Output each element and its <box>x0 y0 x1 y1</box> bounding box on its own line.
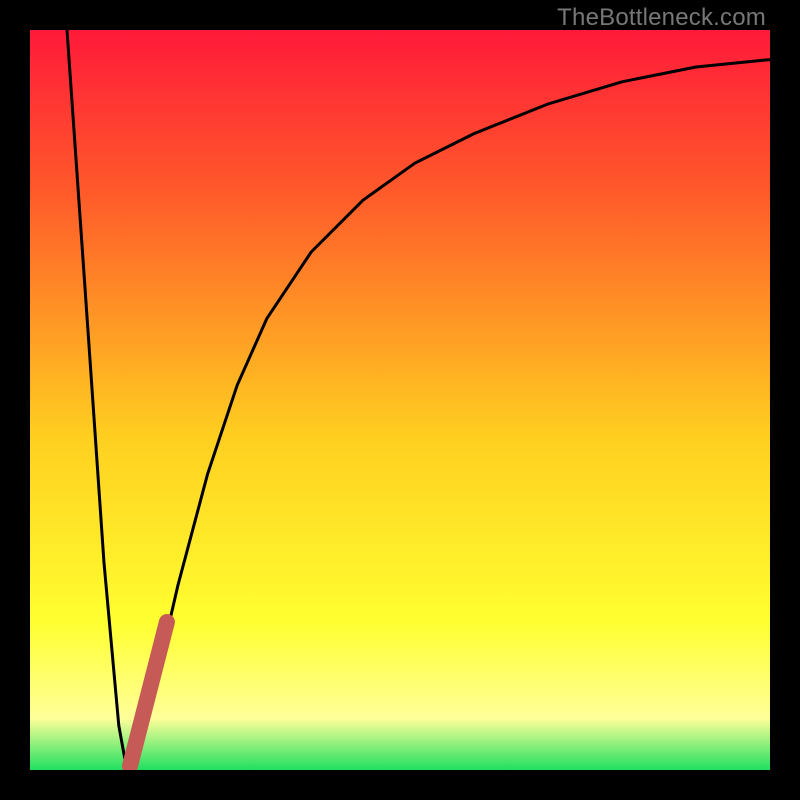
chart-frame <box>30 30 770 770</box>
chart-background-gradient <box>30 30 770 770</box>
watermark-text: TheBottleneck.com <box>557 4 766 32</box>
chart-plot <box>30 30 770 770</box>
